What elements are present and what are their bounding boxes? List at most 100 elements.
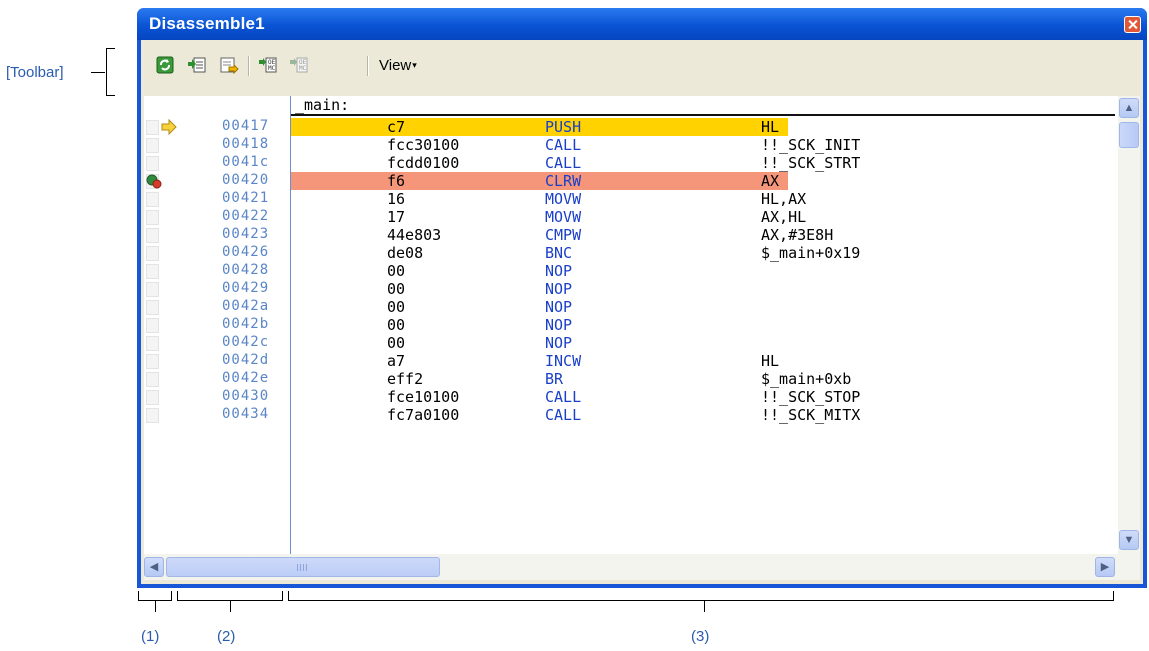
disassembly-row[interactable]: 00 NOP	[291, 334, 1115, 352]
event-slot[interactable]	[146, 246, 159, 261]
scroll-left-button[interactable]: ◀	[144, 557, 164, 577]
title-bar[interactable]: Disassemble1	[137, 8, 1147, 40]
operand: HL	[761, 352, 780, 370]
goto-address-icon	[220, 57, 239, 75]
mnemonic: CALL	[545, 136, 582, 154]
code-bytes: c7	[387, 118, 406, 136]
vertical-scroll-thumb[interactable]	[1119, 122, 1139, 148]
scroll-down-button[interactable]: ▼	[1119, 530, 1139, 550]
disassembly-row[interactable]: 44e803 CMPW AX,#3E8H	[291, 226, 1115, 244]
goto-address-button[interactable]	[218, 54, 240, 76]
label-underline	[291, 114, 1115, 116]
disassembly-panel: 00417 00418 0041c 00420 00421 00422 00423 00426…	[144, 96, 1140, 554]
horizontal-scroll-thumb[interactable]	[166, 557, 440, 577]
disassembly-row[interactable]: a7 INCW HL	[291, 352, 1115, 370]
breakpoint-highlight	[291, 172, 788, 190]
operand: AX,HL	[761, 208, 807, 226]
step-over-button[interactable]: OE MC	[288, 54, 310, 76]
address-cell: 00430	[222, 388, 270, 404]
event-slot[interactable]	[146, 336, 159, 351]
disassembly-row[interactable]: fcdd0100 CALL !!_SCK_STRT	[291, 154, 1115, 172]
view-menu-button[interactable]: View▾	[379, 57, 417, 74]
code-bytes: a7	[387, 352, 406, 370]
step-in-icon: OE MC	[259, 57, 277, 73]
disassembly-row[interactable]: 16 MOVW HL,AX	[291, 190, 1115, 208]
code-bytes: 00	[387, 316, 406, 334]
toolbar-annotation: [Toolbar]	[6, 64, 64, 81]
go-to-pc-icon	[188, 57, 206, 73]
address-cell: 00418	[222, 136, 270, 152]
event-slot[interactable]	[146, 228, 159, 243]
disassembly-row[interactable]: de08 BNC $_main+0x19	[291, 244, 1115, 262]
area1-bracket	[138, 591, 172, 601]
svg-text:MC: MC	[268, 65, 276, 72]
mnemonic: BR	[545, 370, 564, 388]
event-slot[interactable]	[146, 354, 159, 369]
disassembly-row[interactable]: c7 PUSH HL	[291, 118, 1115, 136]
event-slot[interactable]	[146, 390, 159, 405]
address-cell: 0042d	[222, 352, 270, 368]
address-cell: 0041c	[222, 154, 270, 170]
mnemonic: BNC	[545, 244, 573, 262]
refresh-icon	[156, 56, 174, 74]
mnemonic: CALL	[545, 406, 582, 424]
event-slot[interactable]	[146, 372, 159, 387]
current-pc-arrow-icon	[161, 119, 177, 135]
horizontal-scrollbar[interactable]: ◀ ▶	[144, 554, 1140, 580]
toolbar-separator	[367, 56, 369, 76]
toolbar: OE MC OE MC View▾	[141, 40, 1143, 91]
mnemonic: PUSH	[545, 118, 582, 136]
address-cell: 00421	[222, 190, 270, 206]
event-slot[interactable]	[146, 408, 159, 423]
mnemonic: MOVW	[545, 190, 582, 208]
event-slot[interactable]	[146, 156, 159, 171]
area2-label: (2)	[217, 628, 236, 645]
window-client-area: OE MC OE MC View▾ 00417 00418 0041c 0042…	[141, 40, 1143, 584]
disassembly-row[interactable]: 17 MOVW AX,HL	[291, 208, 1115, 226]
mnemonic: CALL	[545, 388, 582, 406]
event-slot[interactable]	[146, 138, 159, 153]
mnemonic: NOP	[545, 262, 573, 280]
address-cell: 00428	[222, 262, 270, 278]
disassembly-row[interactable]: eff2 BR $_main+0xb	[291, 370, 1115, 388]
mnemonic: CLRW	[545, 172, 582, 190]
event-column[interactable]	[144, 96, 177, 554]
address-cell: 00420	[222, 172, 270, 188]
scroll-right-button[interactable]: ▶	[1095, 557, 1115, 577]
disassembly-row[interactable]: 00 NOP	[291, 280, 1115, 298]
disassembly-row[interactable]: fcc30100 CALL !!_SCK_INIT	[291, 136, 1115, 154]
operand: !!_SCK_MITX	[761, 406, 861, 424]
area1-label: (1)	[141, 628, 160, 645]
operand: AX	[761, 172, 780, 190]
address-cell: 00429	[222, 280, 270, 296]
area3-bracket	[288, 591, 1114, 601]
step-in-button[interactable]: OE MC	[257, 54, 279, 76]
mnemonic: CALL	[545, 154, 582, 172]
code-column[interactable]: _main: c7 PUSH HL fcc30100 CALL !!_SCK_INIT fc…	[291, 96, 1115, 554]
close-button[interactable]	[1124, 16, 1141, 33]
scroll-up-button[interactable]: ▲	[1119, 98, 1139, 118]
code-bytes: f6	[387, 172, 406, 190]
refresh-button[interactable]	[154, 54, 176, 76]
address-cell: 00426	[222, 244, 270, 260]
disassembly-row[interactable]: 00 NOP	[291, 262, 1115, 280]
event-slot[interactable]	[146, 192, 159, 207]
vertical-scrollbar[interactable]: ▲ ▼	[1118, 96, 1140, 554]
svg-text:MC: MC	[299, 65, 307, 72]
event-slot[interactable]	[146, 120, 159, 135]
disassembly-row[interactable]: f6 CLRW AX	[291, 172, 1115, 190]
function-label: _main:	[295, 96, 350, 114]
disassembly-row[interactable]: 00 NOP	[291, 316, 1115, 334]
operand: $_main+0xb	[761, 370, 852, 388]
event-slot[interactable]	[146, 318, 159, 333]
area3-label: (3)	[691, 628, 710, 645]
view-menu-label: View	[379, 57, 412, 74]
go-to-pc-button[interactable]	[186, 54, 208, 76]
event-slot[interactable]	[146, 282, 159, 297]
disassembly-row[interactable]: 00 NOP	[291, 298, 1115, 316]
disassembly-row[interactable]: fce10100 CALL !!_SCK_STOP	[291, 388, 1115, 406]
disassembly-row[interactable]: fc7a0100 CALL !!_SCK_MITX	[291, 406, 1115, 424]
event-slot[interactable]	[146, 264, 159, 279]
event-slot[interactable]	[146, 300, 159, 315]
event-slot[interactable]	[146, 210, 159, 225]
